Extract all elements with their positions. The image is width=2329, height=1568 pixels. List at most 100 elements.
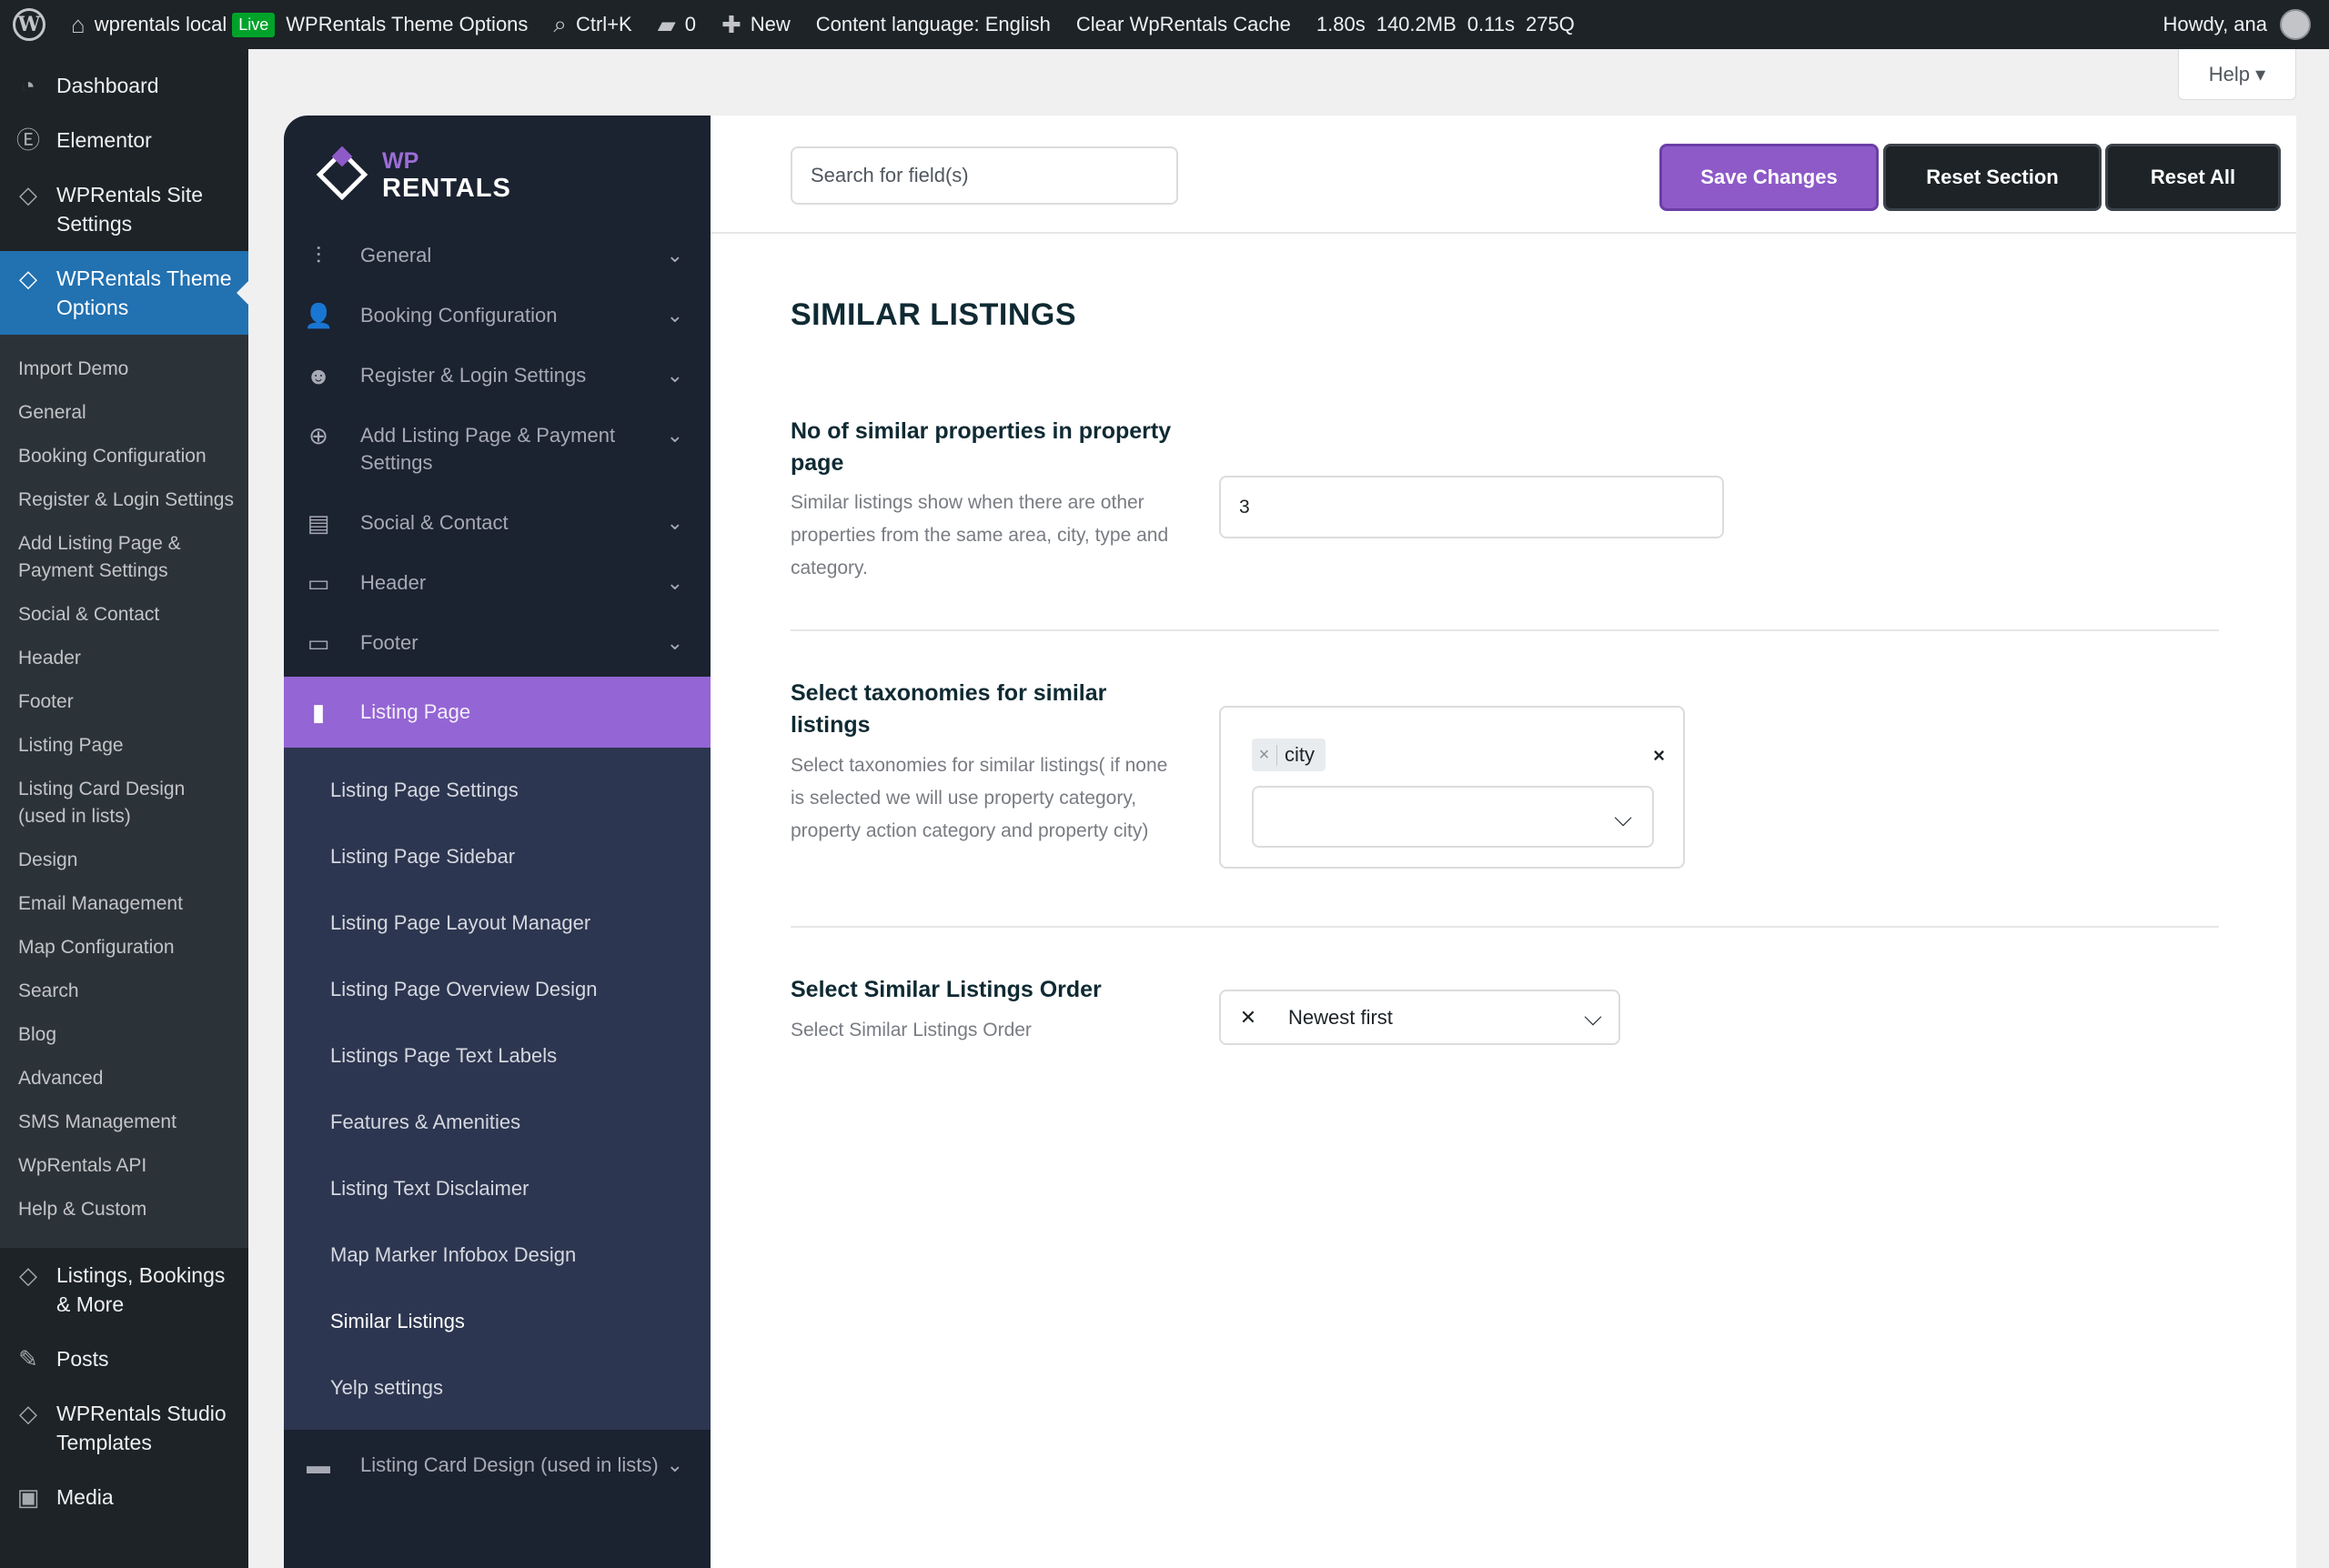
nav-register-login[interactable]: ☻ Register & Login Settings ⌄ — [284, 354, 711, 397]
query-monitor[interactable]: 1.80s 140.2MB 0.11s 275Q — [1304, 0, 1598, 49]
live-badge: Live — [232, 12, 276, 37]
menu-media[interactable]: ▣ Media — [0, 1470, 248, 1524]
submenu-item[interactable]: WpRentals API — [0, 1144, 248, 1188]
avatar — [2280, 9, 2311, 40]
comment-icon: ▰ — [657, 10, 676, 38]
submenu-item[interactable]: Header — [0, 637, 248, 680]
chevron-down-icon: ⌄ — [666, 1453, 683, 1476]
save-changes-button[interactable]: Save Changes — [1659, 144, 1879, 211]
user-icon: 👤 — [304, 302, 334, 329]
submenu-item[interactable]: Social & Contact — [0, 593, 248, 637]
home-icon: ⌂ — [71, 10, 86, 38]
field-search-input[interactable] — [791, 146, 1178, 205]
chevron-down-icon: ⌄ — [666, 571, 683, 594]
new-content-menu[interactable]: ✚ New — [709, 0, 803, 49]
subnav-item[interactable]: Map Marker Infobox Design — [284, 1221, 711, 1288]
submenu-item[interactable]: General — [0, 391, 248, 435]
content-language-menu[interactable]: Content language: English — [803, 0, 1064, 49]
stat-queries: 275Q — [1525, 13, 1575, 35]
brand-diamond-icon — [315, 146, 369, 202]
nav-social-contact[interactable]: ▤ Social & Contact ⌄ — [284, 501, 711, 545]
search-icon: ⌕ — [553, 10, 567, 37]
clear-selection-icon[interactable]: ✕ — [1221, 1006, 1275, 1030]
theme-options-submenu: Import Demo General Booking Configuratio… — [0, 335, 248, 1248]
menu-listings-bookings[interactable]: ◇ Listings, Bookings & More — [0, 1248, 248, 1332]
menu-posts[interactable]: ✎ Posts — [0, 1332, 248, 1386]
similar-count-input[interactable]: 3 — [1219, 476, 1724, 538]
dashboard-icon: ◔ — [21, 72, 35, 99]
submenu-item[interactable]: Advanced — [0, 1057, 248, 1101]
submenu-item[interactable]: Listing Page — [0, 724, 248, 768]
menu-label: Dashboard — [56, 74, 159, 97]
subnav-item[interactable]: Listing Page Overview Design — [284, 956, 711, 1022]
menu-theme-options[interactable]: ◇ WPRentals Theme Options — [0, 251, 248, 335]
nav-header[interactable]: ▭ Header ⌄ — [284, 561, 711, 605]
command-search[interactable]: ⌕ Ctrl+K — [540, 0, 644, 49]
order-select[interactable]: ✕ Newest first ⌵ — [1219, 990, 1620, 1045]
menu-label: WPRentals Studio Templates — [56, 1402, 227, 1454]
options-navigation: WP RENTALS ⫶ General ⌄ 👤 Booking Configu… — [284, 116, 711, 1568]
nav-booking-configuration[interactable]: 👤 Booking Configuration ⌄ — [284, 294, 711, 337]
site-name-link[interactable]: ⌂ wprentals local Live WPRentals Theme O… — [58, 0, 540, 49]
submenu-item[interactable]: Search — [0, 970, 248, 1013]
submenu-item[interactable]: Map Configuration — [0, 926, 248, 970]
submenu-item[interactable]: SMS Management — [0, 1101, 248, 1144]
theme-options-link[interactable]: WPRentals Theme Options — [286, 13, 528, 36]
nav-listing-card-design[interactable]: ▬ Listing Card Design (used in lists) ⌄ — [284, 1430, 711, 1488]
subnav-item[interactable]: Yelp settings — [284, 1354, 711, 1421]
remove-chip-icon[interactable]: × — [1252, 744, 1277, 766]
field-label: Select Similar Listings Order — [791, 977, 1102, 1002]
menu-studio-templates[interactable]: ◇ WPRentals Studio Templates — [0, 1386, 248, 1470]
menu-site-settings[interactable]: ◇ WPRentals Site Settings — [0, 167, 248, 251]
submenu-item[interactable]: Add Listing Page & Payment Settings — [0, 522, 248, 593]
field-description: Select Similar Listings Order — [791, 1020, 1032, 1040]
selected-chip: × city — [1252, 739, 1326, 771]
submenu-item[interactable]: Blog — [0, 1013, 248, 1057]
subnav-item[interactable]: Listing Page Layout Manager — [284, 890, 711, 956]
taxonomy-multiselect: × city × ⌵ — [1219, 706, 1685, 869]
submenu-item[interactable]: Import Demo — [0, 347, 248, 391]
wp-logo-menu[interactable]: W — [0, 0, 58, 49]
chevron-down-icon: ⌄ — [666, 244, 683, 266]
subnav-item[interactable]: Listing Page Settings — [284, 757, 711, 823]
reset-all-button[interactable]: Reset All — [2105, 144, 2281, 211]
menu-label: Media — [56, 1485, 114, 1509]
submenu-item[interactable]: Design — [0, 839, 248, 882]
nav-add-listing[interactable]: ⊕ Add Listing Page & Payment Settings ⌄ — [284, 414, 711, 485]
nav-general[interactable]: ⫶ General ⌄ — [284, 234, 711, 277]
submenu-item[interactable]: Register & Login Settings — [0, 478, 248, 522]
subnav-item[interactable]: Listing Page Sidebar — [284, 823, 711, 890]
help-tab-button[interactable]: Help ▾ — [2178, 49, 2296, 100]
subnav-item[interactable]: Features & Amenities — [284, 1089, 711, 1155]
menu-elementor[interactable]: Ⓔ Elementor — [0, 113, 248, 167]
sliders-icon: ⫶ — [315, 242, 322, 269]
taxonomy-dropdown[interactable]: ⌵ — [1252, 786, 1654, 848]
new-label: New — [750, 13, 791, 35]
plus-circle-icon: ⊕ — [308, 422, 328, 449]
submenu-item[interactable]: Help & Custom — [0, 1188, 248, 1231]
subnav-item-current[interactable]: Similar Listings — [284, 1288, 711, 1354]
clear-all-icon[interactable]: × — [1653, 744, 1665, 768]
brand-logo: WP RENTALS — [284, 116, 711, 234]
content-language-label: Content language: English — [815, 13, 1051, 35]
submenu-item[interactable]: Footer — [0, 680, 248, 724]
elementor-icon: Ⓔ — [15, 126, 40, 154]
submenu-item[interactable]: Booking Configuration — [0, 435, 248, 478]
subnav-item[interactable]: Listing Text Disclaimer — [284, 1155, 711, 1221]
nav-footer[interactable]: ▭ Footer ⌄ — [284, 621, 711, 665]
chevron-down-icon: ⌄ — [666, 364, 683, 387]
chevron-down-icon: ⌄ — [666, 511, 683, 534]
comments-link[interactable]: ▰ 0 — [645, 0, 709, 49]
submenu-item[interactable]: Email Management — [0, 882, 248, 926]
chevron-down-icon: ⌄ — [666, 424, 683, 447]
reset-section-button[interactable]: Reset Section — [1883, 144, 2102, 211]
chevron-down-icon: ⌄ — [666, 631, 683, 654]
nav-label: Social & Contact — [360, 511, 509, 534]
submenu-item[interactable]: Listing Card Design (used in lists) — [0, 768, 248, 839]
account-menu[interactable]: Howdy, ana — [2163, 9, 2329, 40]
menu-dashboard[interactable]: ◔ Dashboard — [0, 58, 248, 113]
nav-listing-page[interactable]: ▮ Listing Page — [284, 677, 711, 748]
plus-icon: ✚ — [721, 10, 741, 38]
subnav-item[interactable]: Listings Page Text Labels — [284, 1022, 711, 1089]
clear-cache-link[interactable]: Clear WpRentals Cache — [1064, 0, 1304, 49]
